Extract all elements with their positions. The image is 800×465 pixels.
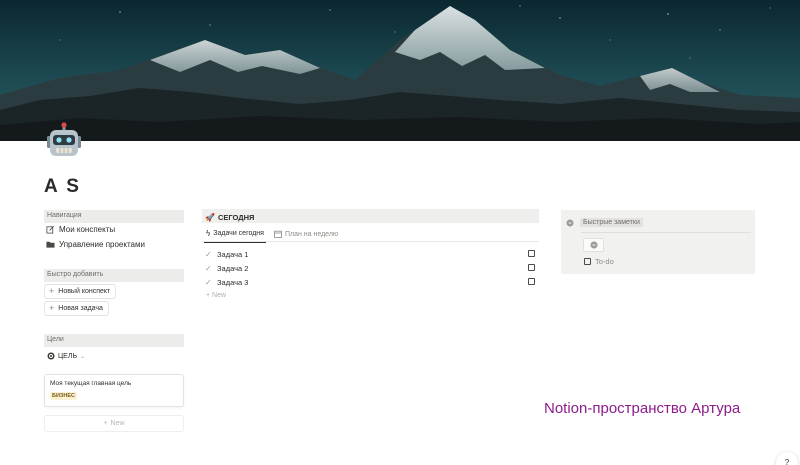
check-icon: ✓ [205,277,212,287]
nav-item-my-notes[interactable]: Мои конспекты [46,225,115,234]
button-label: Новая задача [58,305,103,312]
tab-label: План на неделю [284,230,339,238]
quick-notes-header: Быстрые заметки [566,218,643,227]
button-label: Новый конспект [58,288,111,295]
nav-item-label: Управление проектами [59,240,145,249]
goal-view-select[interactable]: ЦЕЛЬ ⌄ [47,352,85,360]
nav-item-project-management[interactable]: Управление проектами [46,240,145,249]
note-icon [566,219,574,226]
divider [581,232,751,233]
quick-notes-label: Быстрые заметки [580,218,643,227]
check-icon: ✓ [205,263,212,273]
help-button[interactable]: ? [776,452,798,465]
todo-checkbox[interactable] [584,258,591,265]
goal-card[interactable]: Моя текущая главная цель БИЗНЕС [44,374,184,407]
chevron-down-icon: ⌄ [80,353,86,360]
plus-icon: + [103,420,108,427]
task-checkbox[interactable] [528,250,535,257]
goal-card-title: Моя текущая главная цель [50,380,132,387]
goal-tag: БИЗНЕС [50,392,77,400]
nav-item-label: Мои конспекты [59,225,116,234]
robot-icon[interactable] [44,122,84,162]
lightning-icon: ϟ [206,229,211,238]
task-checkbox[interactable] [528,278,535,285]
navigation-header: Навигация [44,210,184,223]
edit-note-icon [46,226,54,234]
goal-select-label: ЦЕЛЬ [58,352,78,360]
quick-add-header: Быстро добавить [44,269,184,282]
new-task-row[interactable]: + New [206,292,226,299]
new-task-button[interactable]: + Новая задача [44,301,109,316]
task-label: Задача 1 [217,249,249,259]
note-callout-icon[interactable] [583,238,604,252]
tab-label: Задачи сегодня [213,230,264,237]
plus-icon: + [49,303,55,313]
task-label: Задача 2 [217,263,249,273]
task-label: Задача 3 [217,277,249,287]
today-header: 🚀 СЕГОДНЯ [202,209,539,223]
new-note-button[interactable]: + Новый конспект [44,284,117,299]
quick-notes-panel: Быстрые заметки To-do [561,210,755,274]
note-icon [590,241,597,249]
todo-item[interactable]: To-do [584,257,614,266]
target-icon [47,352,55,360]
calendar-icon [274,230,282,238]
workspace-brand-text: Notion-пространство Артура [544,400,741,417]
tabs-divider [202,241,539,242]
folder-icon [46,241,55,248]
plus-icon: + [49,286,55,296]
new-goal-label: New [110,420,125,427]
today-header-label: СЕГОДНЯ [217,213,255,222]
rocket-icon: 🚀 [205,213,215,222]
task-checkbox[interactable] [528,264,535,271]
cover-image [0,0,800,141]
goals-header: Цели [44,334,184,347]
page-title[interactable]: A S [44,176,81,198]
new-goal-button[interactable]: + New [44,415,184,432]
todo-label: To-do [595,257,614,266]
task-row[interactable]: ✓ Задача 1 [205,248,537,260]
task-row[interactable]: ✓ Задача 2 [205,262,537,274]
check-icon: ✓ [205,249,212,259]
task-row[interactable]: ✓ Задача 3 [205,276,537,288]
